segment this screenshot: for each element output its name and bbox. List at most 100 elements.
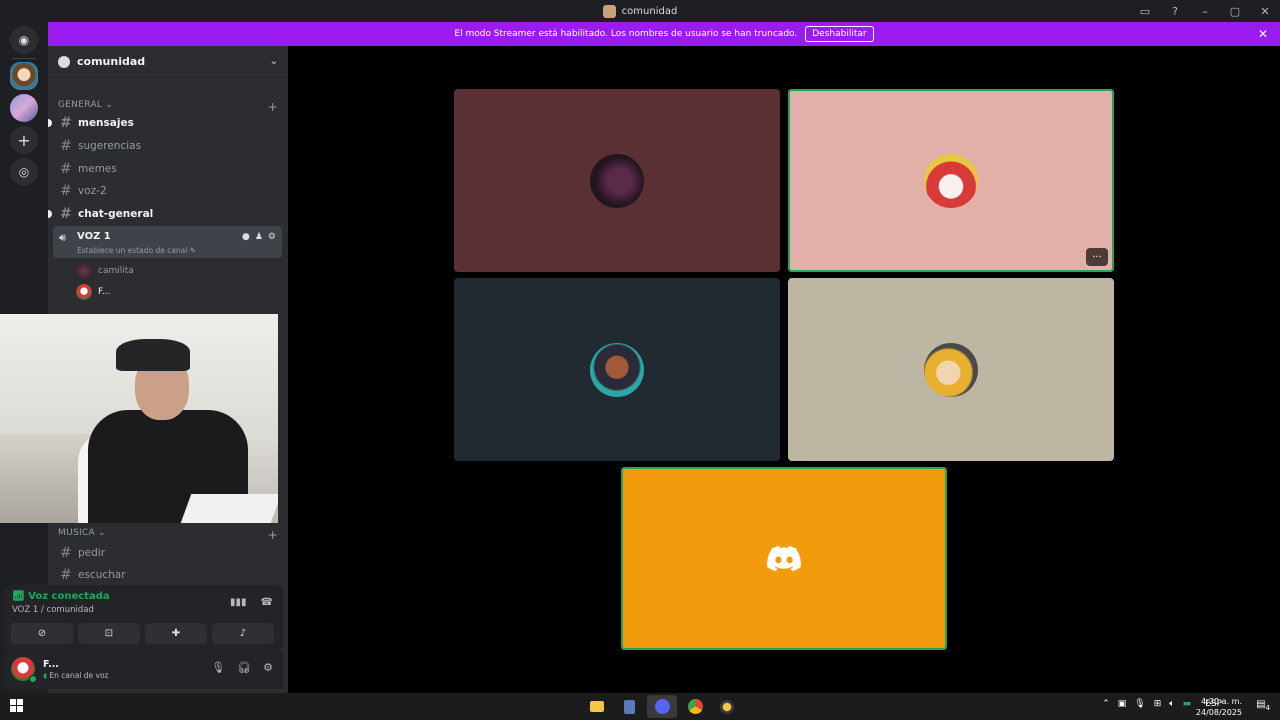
avatar [76, 284, 92, 300]
help-icon[interactable]: ? [1160, 0, 1190, 22]
channel-label: voz-2 [78, 185, 107, 197]
disconnect-phone-icon[interactable]: ☎ [261, 597, 273, 608]
headphones-icon[interactable]: 🎧︎ [237, 661, 251, 674]
clock-date: 24/08/2025 [1195, 708, 1242, 717]
gear-icon[interactable]: ⚙ [263, 661, 273, 674]
avatar [924, 153, 978, 208]
voice-connected-location[interactable]: VOZ 1 / comunidad [12, 605, 94, 615]
banner-text: El modo Streamer está habilitado. Los no… [454, 29, 798, 39]
guild-header[interactable]: comunidad ⌄ [48, 46, 288, 78]
screen-share-button[interactable]: ⊡ [78, 623, 140, 644]
voice-stage: ··· [288, 46, 1280, 693]
hash-icon: # [60, 183, 72, 199]
calculator-icon[interactable] [614, 695, 644, 718]
server-2-icon[interactable] [10, 94, 38, 122]
windows-start-icon[interactable] [10, 699, 24, 713]
avatar [924, 342, 978, 397]
voice-user-name: camilita [98, 266, 134, 276]
user-panel: F... ◖ En canal de voz 🎙︎ 🎧︎ ⚙ [5, 651, 283, 689]
channel-label: mensajes [78, 117, 134, 129]
soundboard-button[interactable]: ♪ [212, 623, 274, 644]
channel-label: sugerencias [78, 140, 142, 152]
discord-taskbar-icon[interactable] [647, 695, 677, 718]
notification-center-icon[interactable]: ▤4 [1256, 699, 1270, 712]
file-explorer-icon[interactable] [582, 695, 612, 718]
camera-off-button[interactable]: ⊘ [11, 623, 73, 644]
webcam-wall [0, 434, 90, 523]
app-icon[interactable] [712, 695, 742, 718]
webcam-desk [180, 494, 278, 523]
minimize-button[interactable]: – [1190, 0, 1220, 22]
clock-time: 4:20 a. m. [1201, 697, 1242, 706]
microphone-icon[interactable]: 🎙︎ [211, 661, 225, 674]
participant-tile[interactable] [621, 467, 947, 650]
soundboard-icon: ♪ [239, 628, 247, 639]
explore-compass-icon[interactable]: ◎ [10, 158, 38, 186]
network-icon[interactable]: ⊞ [1154, 699, 1162, 709]
user-name[interactable]: F... [43, 659, 59, 670]
channel-memes[interactable]: # memes [52, 158, 282, 180]
voice-channel-label: VOZ 1 [77, 231, 111, 242]
server-comunidad-icon[interactable] [10, 62, 38, 90]
channel-mensajes[interactable]: # mensajes [48, 112, 282, 134]
voice-connected-panel: 📶︎ Voz conectada VOZ 1 / comunidad ▮▮▮ ☎… [5, 585, 283, 651]
voice-connected-title: 📶︎ Voz conectada [12, 591, 110, 602]
gear-icon[interactable]: ⚙ [268, 232, 276, 242]
disable-streamer-button[interactable]: Deshabilitar [805, 26, 874, 42]
participant-tile[interactable]: ··· [788, 89, 1114, 272]
channel-escuchar[interactable]: # escuchar [52, 564, 282, 586]
add-channel-icon[interactable]: + [268, 528, 278, 542]
windows-taskbar: ⌃ ▣ 🎙︎ ⊞ 🔈︎ ▬ ESP 4:20 a. m. 24/08/2025 … [0, 693, 1280, 720]
discord-logo-icon [767, 545, 801, 571]
screen-share-icon: ⊡ [104, 628, 114, 639]
voice-channel-voz-1[interactable]: 🔊︎ VOZ 1 Establece un estado de canal ✎ … [53, 226, 282, 258]
channel-label: chat-general [78, 208, 154, 220]
clock[interactable]: 4:20 a. m. 24/08/2025 [1196, 696, 1242, 718]
speaker-icon: 🔊︎ [59, 231, 66, 244]
voice-user[interactable]: F... [76, 282, 110, 302]
channel-pedir[interactable]: # pedir [52, 542, 282, 564]
channel-voz-2[interactable]: # voz-2 [52, 180, 282, 202]
streamer-mode-banner: El modo Streamer está habilitado. Los no… [48, 22, 1280, 46]
guild-name: comunidad [77, 55, 146, 68]
hash-icon: # [60, 138, 72, 154]
tray-app-icon[interactable]: ▣ [1118, 699, 1127, 709]
close-window-button[interactable]: ✕ [1250, 0, 1280, 22]
noise-suppression-icon[interactable]: ▮▮▮ [230, 597, 247, 608]
avatar [76, 263, 92, 279]
voice-user[interactable]: camilita [76, 261, 134, 281]
channel-label: pedir [78, 547, 106, 559]
invite-icon[interactable]: ♟ [255, 232, 263, 242]
hash-icon: # [60, 115, 72, 131]
channel-label: memes [78, 163, 117, 175]
category-musica[interactable]: MUSICA ⌄ + [58, 528, 278, 542]
participant-tile[interactable] [454, 89, 780, 272]
microphone-icon[interactable]: 🎙︎ [1134, 699, 1145, 709]
user-status: ◖ En canal de voz [43, 671, 109, 680]
guild-badge-icon [58, 55, 70, 68]
chevron-down-icon: ⌄ [269, 56, 278, 67]
chrome-icon[interactable] [680, 695, 710, 718]
channel-sugerencias[interactable]: # sugerencias [52, 135, 282, 157]
inbox-icon[interactable]: ▭ [1130, 0, 1160, 22]
window-titlebar: comunidad ▭ ? – ▢ ✕ [0, 0, 1280, 22]
server-divider [12, 58, 36, 59]
unread-indicator [48, 210, 52, 218]
close-banner-icon[interactable]: ✕ [1258, 27, 1268, 41]
hash-icon: # [60, 545, 72, 561]
chat-bubble-icon[interactable]: ● [242, 232, 250, 242]
activities-button[interactable]: ✚ [145, 623, 207, 644]
volume-icon[interactable]: 🔈︎ [1169, 699, 1174, 709]
chevron-up-icon[interactable]: ⌃ [1102, 699, 1110, 709]
maximize-button[interactable]: ▢ [1220, 0, 1250, 22]
add-server-icon[interactable]: + [10, 126, 38, 154]
chevron-down-icon: ⌄ [97, 528, 106, 538]
avatar [590, 153, 644, 208]
participant-tile[interactable] [788, 278, 1114, 461]
channel-chat-general[interactable]: # chat-general [48, 203, 282, 225]
more-options-icon[interactable]: ··· [1086, 248, 1108, 266]
discord-home-icon[interactable]: ◉ [10, 26, 38, 54]
channel-status-placeholder[interactable]: Establece un estado de canal ✎ [77, 246, 196, 255]
participant-tile[interactable] [454, 278, 780, 461]
battery-icon[interactable]: ▬ [1183, 699, 1192, 709]
